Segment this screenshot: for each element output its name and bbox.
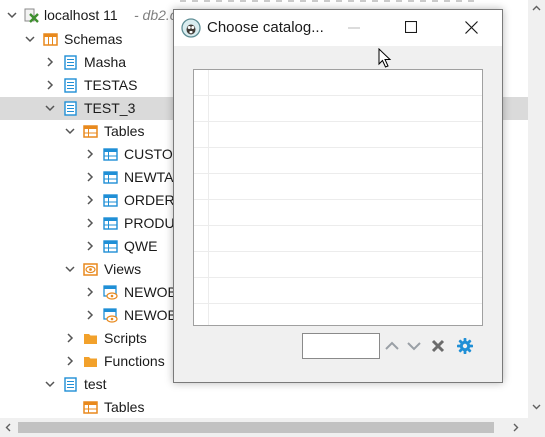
tree-row-label: PRODU — [124, 215, 175, 231]
tree-row-label: Scripts — [104, 330, 147, 346]
tree-row-label: test — [84, 376, 107, 392]
tables-folder-icon — [83, 401, 98, 414]
tree-row-label: NEWOB — [124, 284, 177, 300]
tables-folder-icon — [83, 125, 98, 138]
tree-row-label: NEWTA — [124, 169, 174, 185]
tree-row-label: Views — [104, 261, 142, 277]
maximize-button[interactable] — [390, 10, 430, 46]
table-icon — [103, 171, 118, 184]
tree-row-label: Masha — [84, 54, 127, 70]
table-icon — [103, 194, 118, 207]
scroll-right-icon[interactable] — [511, 423, 520, 432]
schema-icon — [64, 55, 77, 70]
tree-row-label: ORDER — [124, 192, 175, 208]
close-icon — [465, 21, 478, 34]
scrollbar-corner — [528, 418, 545, 437]
dialog-titlebar[interactable]: Choose catalog... — [174, 10, 502, 46]
tree-row-label: Functions — [104, 353, 165, 369]
tree-row-label: TESTAS — [84, 77, 138, 93]
schema-icon — [64, 101, 77, 116]
maximize-icon — [405, 21, 417, 33]
chevron-right-icon[interactable] — [85, 195, 95, 205]
chevron-down-icon[interactable] — [45, 379, 55, 389]
tree-row-label: QWE — [124, 238, 158, 254]
tree-row-label: localhost 11 — [44, 7, 118, 23]
close-x-icon[interactable] — [429, 337, 447, 355]
chevron-right-icon[interactable] — [45, 80, 55, 90]
tree-row-label: TEST_3 — [84, 100, 136, 116]
horizontal-scroll-thumb[interactable] — [18, 422, 494, 433]
chevron-right-icon[interactable] — [45, 57, 55, 67]
table-icon — [103, 217, 118, 230]
chevron-down-icon[interactable] — [65, 126, 75, 136]
horizontal-scrollbar[interactable] — [0, 418, 528, 437]
close-button[interactable] — [450, 10, 490, 46]
catalog-search-input[interactable] — [302, 333, 380, 359]
db2-connection-icon — [24, 8, 39, 23]
scroll-up-icon[interactable] — [532, 4, 541, 13]
table-icon — [103, 148, 118, 161]
tree-row-label: NEWOB — [124, 307, 177, 323]
schemas-folder-icon — [43, 33, 58, 46]
mouse-cursor-icon — [378, 48, 392, 68]
chevron-right-icon[interactable] — [85, 172, 95, 182]
tree-row-label: Schemas — [64, 31, 123, 47]
minimize-icon — [348, 27, 360, 29]
tree-row-tables-folder[interactable]: Tables — [0, 396, 528, 418]
chevron-down-icon[interactable] — [25, 34, 35, 44]
chevron-up-icon[interactable] — [383, 337, 401, 355]
clipped-row-remnant — [180, 0, 480, 2]
chevron-right-icon[interactable] — [65, 333, 75, 343]
schema-icon — [64, 78, 77, 93]
views-folder-icon — [83, 263, 98, 276]
choose-catalog-dialog: Choose catalog... — [173, 9, 503, 383]
folder-icon — [84, 334, 97, 344]
chevron-down-icon[interactable] — [7, 10, 17, 20]
chevron-down-icon[interactable] — [405, 337, 423, 355]
chevron-right-icon[interactable] — [85, 287, 95, 297]
chevron-right-icon[interactable] — [85, 310, 95, 320]
chevron-right-icon[interactable] — [85, 218, 95, 228]
minimize-button — [334, 10, 374, 46]
tree-row-label: Tables — [104, 123, 145, 139]
chevron-right-icon[interactable] — [85, 241, 95, 251]
view-icon — [103, 285, 118, 300]
chevron-down-icon[interactable] — [65, 264, 75, 274]
chevron-right-icon[interactable] — [65, 356, 75, 366]
schema-icon — [64, 377, 77, 392]
connection-hint: - db2.c — [134, 7, 177, 23]
dbeaver-app-icon — [181, 18, 201, 38]
catalog-list[interactable] — [193, 69, 483, 326]
chevron-down-icon[interactable] — [45, 103, 55, 113]
dialog-title: Choose catalog... — [207, 19, 324, 36]
scroll-left-icon[interactable] — [4, 423, 13, 432]
view-icon — [103, 308, 118, 323]
chevron-right-icon[interactable] — [85, 149, 95, 159]
table-icon — [103, 240, 118, 253]
tree-row-label: Tables — [104, 399, 145, 415]
vertical-scrollbar[interactable] — [528, 0, 545, 418]
folder-icon — [84, 357, 97, 367]
gear-icon[interactable] — [456, 337, 474, 355]
scroll-down-icon[interactable] — [532, 402, 541, 411]
